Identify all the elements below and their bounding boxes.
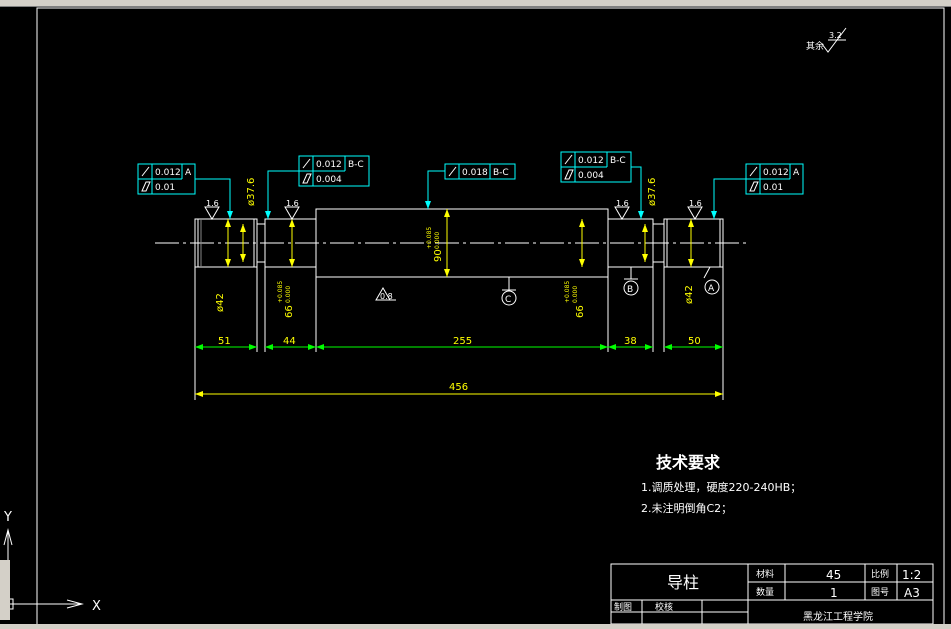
dim-d37-right: ø37.6 <box>647 178 658 206</box>
extension-lines <box>194 267 724 400</box>
svg-text:1.6: 1.6 <box>286 199 299 208</box>
tech-requirement-1: 1.调质处理，硬度220-240HB； <box>641 480 801 494</box>
title-sheet: A3 <box>904 586 920 600</box>
svg-text:0.000: 0.000 <box>285 286 292 303</box>
datum-b: B <box>627 285 633 295</box>
svg-text:A: A <box>793 168 800 178</box>
tech-requirements: 技术要求 1.调质处理，硬度220-240HB； 2.未注明倒角C2； <box>641 453 801 515</box>
fcf-center: 0.018 B-C <box>425 163 516 209</box>
ucs-icon: Y X <box>2 510 101 614</box>
title-part-name: 导柱 <box>667 573 699 592</box>
dim-length-total: 456 <box>449 382 468 393</box>
fcf-mid-left: 0.012 B-C 0.004 <box>265 155 370 219</box>
svg-text:制图: 制图 <box>614 601 632 613</box>
svg-text:0.012: 0.012 <box>155 168 181 178</box>
svg-text:B-C: B-C <box>348 160 364 170</box>
dim-d42-right: ø42 <box>684 285 695 304</box>
svg-text:0.004: 0.004 <box>316 175 342 185</box>
title-material: 45 <box>826 568 841 582</box>
svg-text:3.2: 3.2 <box>829 31 842 40</box>
svg-text:B-C: B-C <box>493 168 509 178</box>
tech-requirement-2: 2.未注明倒角C2； <box>641 501 732 515</box>
svg-text:1.6: 1.6 <box>206 199 219 208</box>
svg-text:比例: 比例 <box>871 568 889 580</box>
dim-length-38: 38 <box>624 336 637 347</box>
dim-length-255: 255 <box>453 336 472 347</box>
svg-text:0.8: 0.8 <box>380 292 393 301</box>
fcf-right: 0.012 A 0.01 <box>711 163 804 219</box>
svg-text:校核: 校核 <box>655 601 673 613</box>
drawing-border <box>36 7 945 629</box>
title-scale: 1:2 <box>902 568 921 582</box>
ucs-y-label: Y <box>3 510 12 525</box>
svg-text:A: A <box>185 168 192 178</box>
fcf-left: 0.012 A 0.01 <box>137 163 233 219</box>
svg-text:0.012: 0.012 <box>316 160 342 170</box>
surface-finish-note: 其余 3.2 <box>806 27 847 53</box>
dim-length-50: 50 <box>688 336 701 347</box>
dim-d42-left: ø42 <box>215 293 226 312</box>
svg-text:B-C: B-C <box>610 156 626 166</box>
left-panel-edge[interactable] <box>0 560 10 620</box>
svg-text:0.01: 0.01 <box>763 183 783 193</box>
svg-text:0.000: 0.000 <box>434 232 441 249</box>
title-block: 导柱 材料 45 数量 1 比例 1:2 图号 A3 制图 校核 黑龙江工程学院 <box>610 563 934 625</box>
datum-c: C <box>505 295 511 305</box>
svg-text:材料: 材料 <box>756 568 774 580</box>
dim-length-51: 51 <box>218 336 231 347</box>
svg-text:0.012: 0.012 <box>763 168 789 178</box>
svg-text:数量: 数量 <box>756 586 774 598</box>
title-quantity: 1 <box>830 586 838 600</box>
drawing-canvas[interactable]: 其余 3.2 51 44 255 38 50 456 ø37.6 ø37.6 ø… <box>0 0 951 629</box>
svg-text:0.012: 0.012 <box>578 156 604 166</box>
status-bar-edge <box>0 624 951 629</box>
dim-d37-left: ø37.6 <box>246 178 257 206</box>
title-school: 黑龙江工程学院 <box>803 610 873 623</box>
dim-d66-left: 66 <box>284 305 295 318</box>
svg-text:+0.085: +0.085 <box>277 281 284 303</box>
svg-text:1.6: 1.6 <box>616 199 629 208</box>
svg-text:+0.085: +0.085 <box>426 227 433 249</box>
dim-d90: 90 <box>433 249 444 262</box>
svg-text:0.018: 0.018 <box>462 168 488 178</box>
ucs-x-label: X <box>92 599 101 614</box>
svg-text:+0.085: +0.085 <box>564 281 571 303</box>
datum-a: A <box>708 284 715 294</box>
svg-text:图号: 图号 <box>871 587 889 598</box>
svg-text:0.004: 0.004 <box>578 171 604 181</box>
length-dimensions: 51 44 255 38 50 456 <box>195 336 723 397</box>
dim-d66-right: 66 <box>575 305 586 318</box>
tech-requirements-title: 技术要求 <box>656 453 721 472</box>
svg-text:1.6: 1.6 <box>689 199 702 208</box>
svg-text:0.000: 0.000 <box>572 286 579 303</box>
svg-text:0.01: 0.01 <box>155 183 175 193</box>
dim-length-44: 44 <box>283 336 296 347</box>
svg-text:其余: 其余 <box>806 40 824 52</box>
